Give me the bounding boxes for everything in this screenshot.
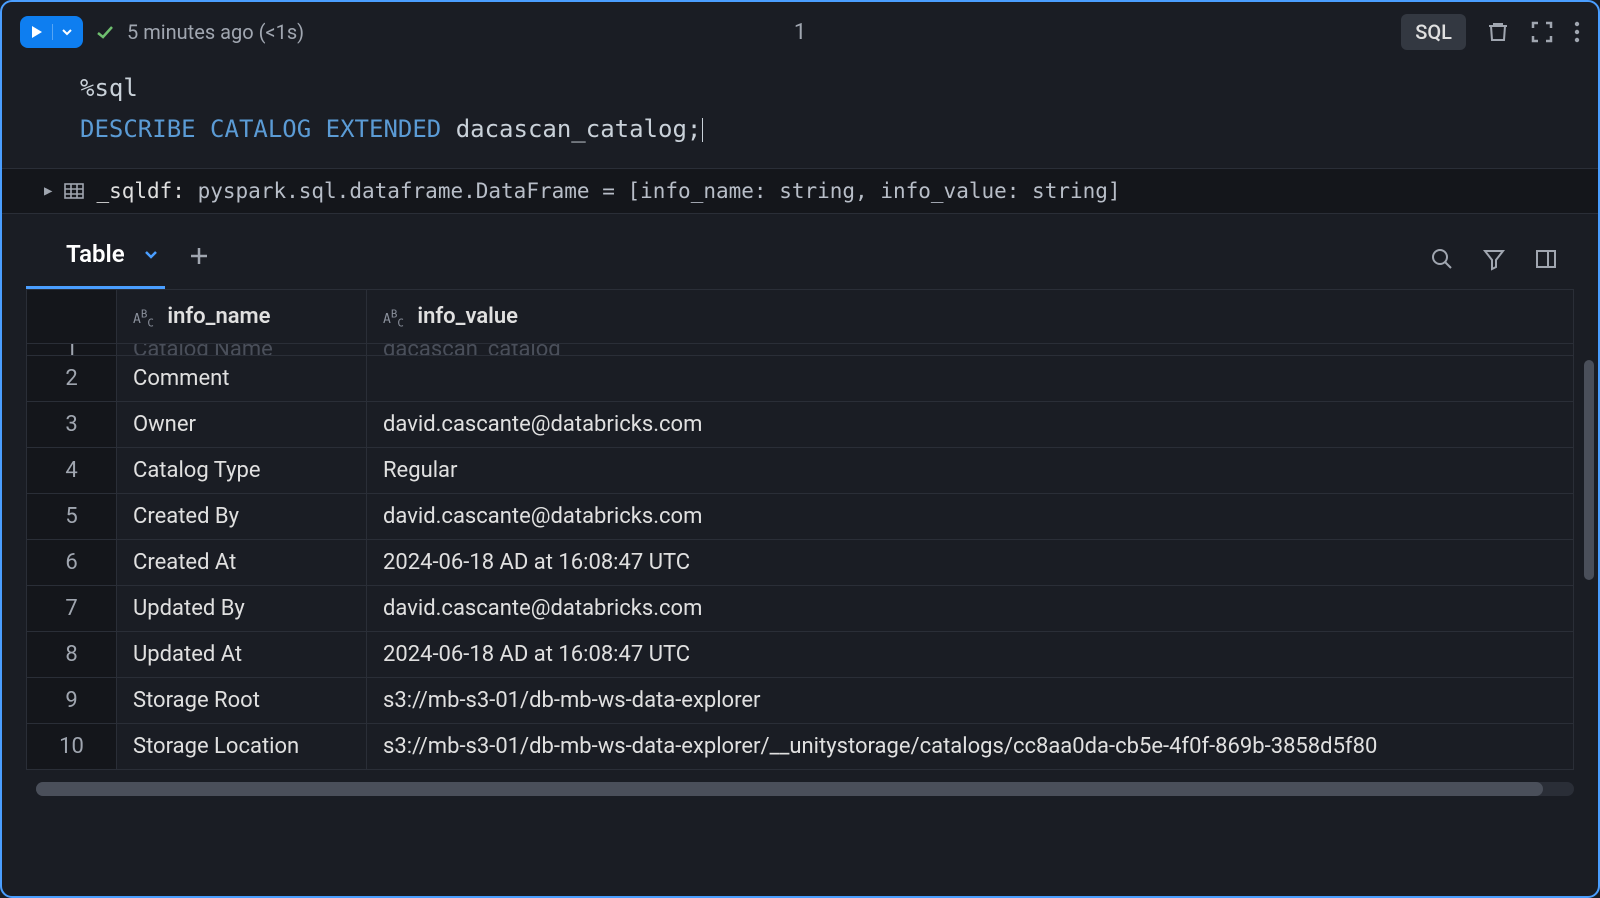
search-icon [1430,247,1454,271]
string-type-icon: ABC [383,312,404,327]
table-row[interactable]: 3Ownerdavid.cascante@databricks.com [27,402,1574,448]
row-number: 10 [27,724,117,770]
cell-info-name: Storage Location [117,724,367,770]
row-number: 6 [27,540,117,586]
play-icon [30,25,44,39]
row-number: 7 [27,586,117,632]
more-button[interactable] [1574,20,1580,44]
cell-info-name: Owner [117,402,367,448]
table-row[interactable]: 4Catalog TypeRegular [27,448,1574,494]
cell-info-value: 2024-06-18 AD at 16:08:47 UTC [367,540,1574,586]
results-toolbar-right [1430,247,1574,271]
table-row[interactable]: 6Created At2024-06-18 AD at 16:08:47 UTC [27,540,1574,586]
code-magic: %sql [80,74,138,102]
run-button[interactable] [20,16,83,48]
run-status-text: 5 minutes ago (<1s) [127,20,304,44]
code-identifier: dacascan_catalog; [456,115,702,143]
table-row[interactable]: 2Comment [27,356,1574,402]
schema-var-name: _sqldf: [96,179,185,203]
expand-triangle-icon[interactable]: ▶ [44,183,52,199]
horizontal-scrollbar[interactable] [36,782,1574,796]
kebab-icon [1574,20,1580,44]
table-row[interactable]: 9Storage Roots3://mb-s3-01/db-mb-ws-data… [27,678,1574,724]
run-divider [52,24,53,40]
expand-button[interactable] [1530,20,1554,44]
code-kw-extended: EXTENDED [326,115,442,143]
cell-info-value: Regular [367,448,1574,494]
row-number: 9 [27,678,117,724]
chevron-down-icon [61,26,73,38]
table-row: 1 Catalog Name dacascan_catalog [27,344,1574,356]
cell-info-name: Storage Root [117,678,367,724]
cell-info-value: david.cascante@databricks.com [367,586,1574,632]
tab-label: Table [66,240,125,268]
col-info-name[interactable]: ABC info_name [117,289,367,344]
results-table-wrap: ABC info_name ABC info_value 1 Catalog N… [2,289,1598,771]
code-editor[interactable]: %sql DESCRIBE CATALOG EXTENDED dacascan_… [2,62,1598,168]
output-schema-bar[interactable]: ▶ _sqldf: pyspark.sql.dataframe.DataFram… [2,168,1598,214]
table-row[interactable]: 7Updated Bydavid.cascante@databricks.com [27,586,1574,632]
filter-button[interactable] [1482,247,1506,271]
cell-info-value: s3://mb-s3-01/db-mb-ws-data-explorer [367,678,1574,724]
cell-info-value: s3://mb-s3-01/db-mb-ws-data-explorer/__u… [367,724,1574,770]
scrollbar-thumb[interactable] [1584,360,1594,580]
cell-info-value: dacascan_catalog [367,344,1574,356]
cell-info-name: Created At [117,540,367,586]
cell-info-value: david.cascante@databricks.com [367,402,1574,448]
string-type-icon: ABC [133,312,154,327]
language-badge[interactable]: SQL [1401,14,1466,50]
col-info-value[interactable]: ABC info_value [367,289,1574,344]
cell-info-name: Catalog Type [117,448,367,494]
table-row[interactable]: 10Storage Locations3://mb-s3-01/db-mb-ws… [27,724,1574,770]
panel-button[interactable] [1534,247,1558,271]
code-kw-describe: DESCRIBE [80,115,196,143]
toolbar-right: SQL [1401,14,1580,50]
dataframe-icon [64,183,84,199]
table-row[interactable]: 8Updated At2024-06-18 AD at 16:08:47 UTC [27,632,1574,678]
chevron-down-icon[interactable] [143,240,159,268]
vertical-scrollbar[interactable] [1584,360,1594,780]
results-toolbar: Table [2,214,1598,289]
code-kw-catalog: CATALOG [210,115,311,143]
trash-icon [1486,20,1510,44]
cell-info-name: Comment [117,356,367,402]
add-tab-button[interactable] [189,245,209,273]
table-row[interactable]: 5Created Bydavid.cascante@databricks.com [27,494,1574,540]
row-number: 5 [27,494,117,540]
cell-info-value [367,356,1574,402]
delete-button[interactable] [1486,20,1510,44]
scrollbar-thumb[interactable] [36,782,1543,796]
search-button[interactable] [1430,247,1454,271]
cell-info-name: Updated By [117,586,367,632]
cell-info-value: david.cascante@databricks.com [367,494,1574,540]
schema-type: pyspark.sql.dataframe.DataFrame = [info_… [198,179,1121,203]
cell-info-name: Catalog Name [117,344,367,356]
cell-info-value: 2024-06-18 AD at 16:08:47 UTC [367,632,1574,678]
text-cursor [702,118,703,142]
expand-icon [1530,20,1554,44]
panel-icon [1534,247,1558,271]
row-number: 8 [27,632,117,678]
filter-icon [1482,247,1506,271]
col-header-1: info_name [167,304,270,329]
col-header-2: info_value [417,304,518,329]
row-number: 3 [27,402,117,448]
plus-icon [189,246,209,266]
cell-info-name: Updated At [117,632,367,678]
cell-info-name: Created By [117,494,367,540]
tab-table[interactable]: Table [26,230,165,289]
results-table: ABC info_name ABC info_value 1 Catalog N… [26,289,1574,771]
cell-number: 1 [794,20,806,45]
col-rownum[interactable] [27,289,117,344]
row-number: 1 [27,344,117,356]
row-number: 2 [27,356,117,402]
row-number: 4 [27,448,117,494]
cell-toolbar: 5 minutes ago (<1s) 1 SQL [2,2,1598,62]
success-check-icon [95,22,115,42]
